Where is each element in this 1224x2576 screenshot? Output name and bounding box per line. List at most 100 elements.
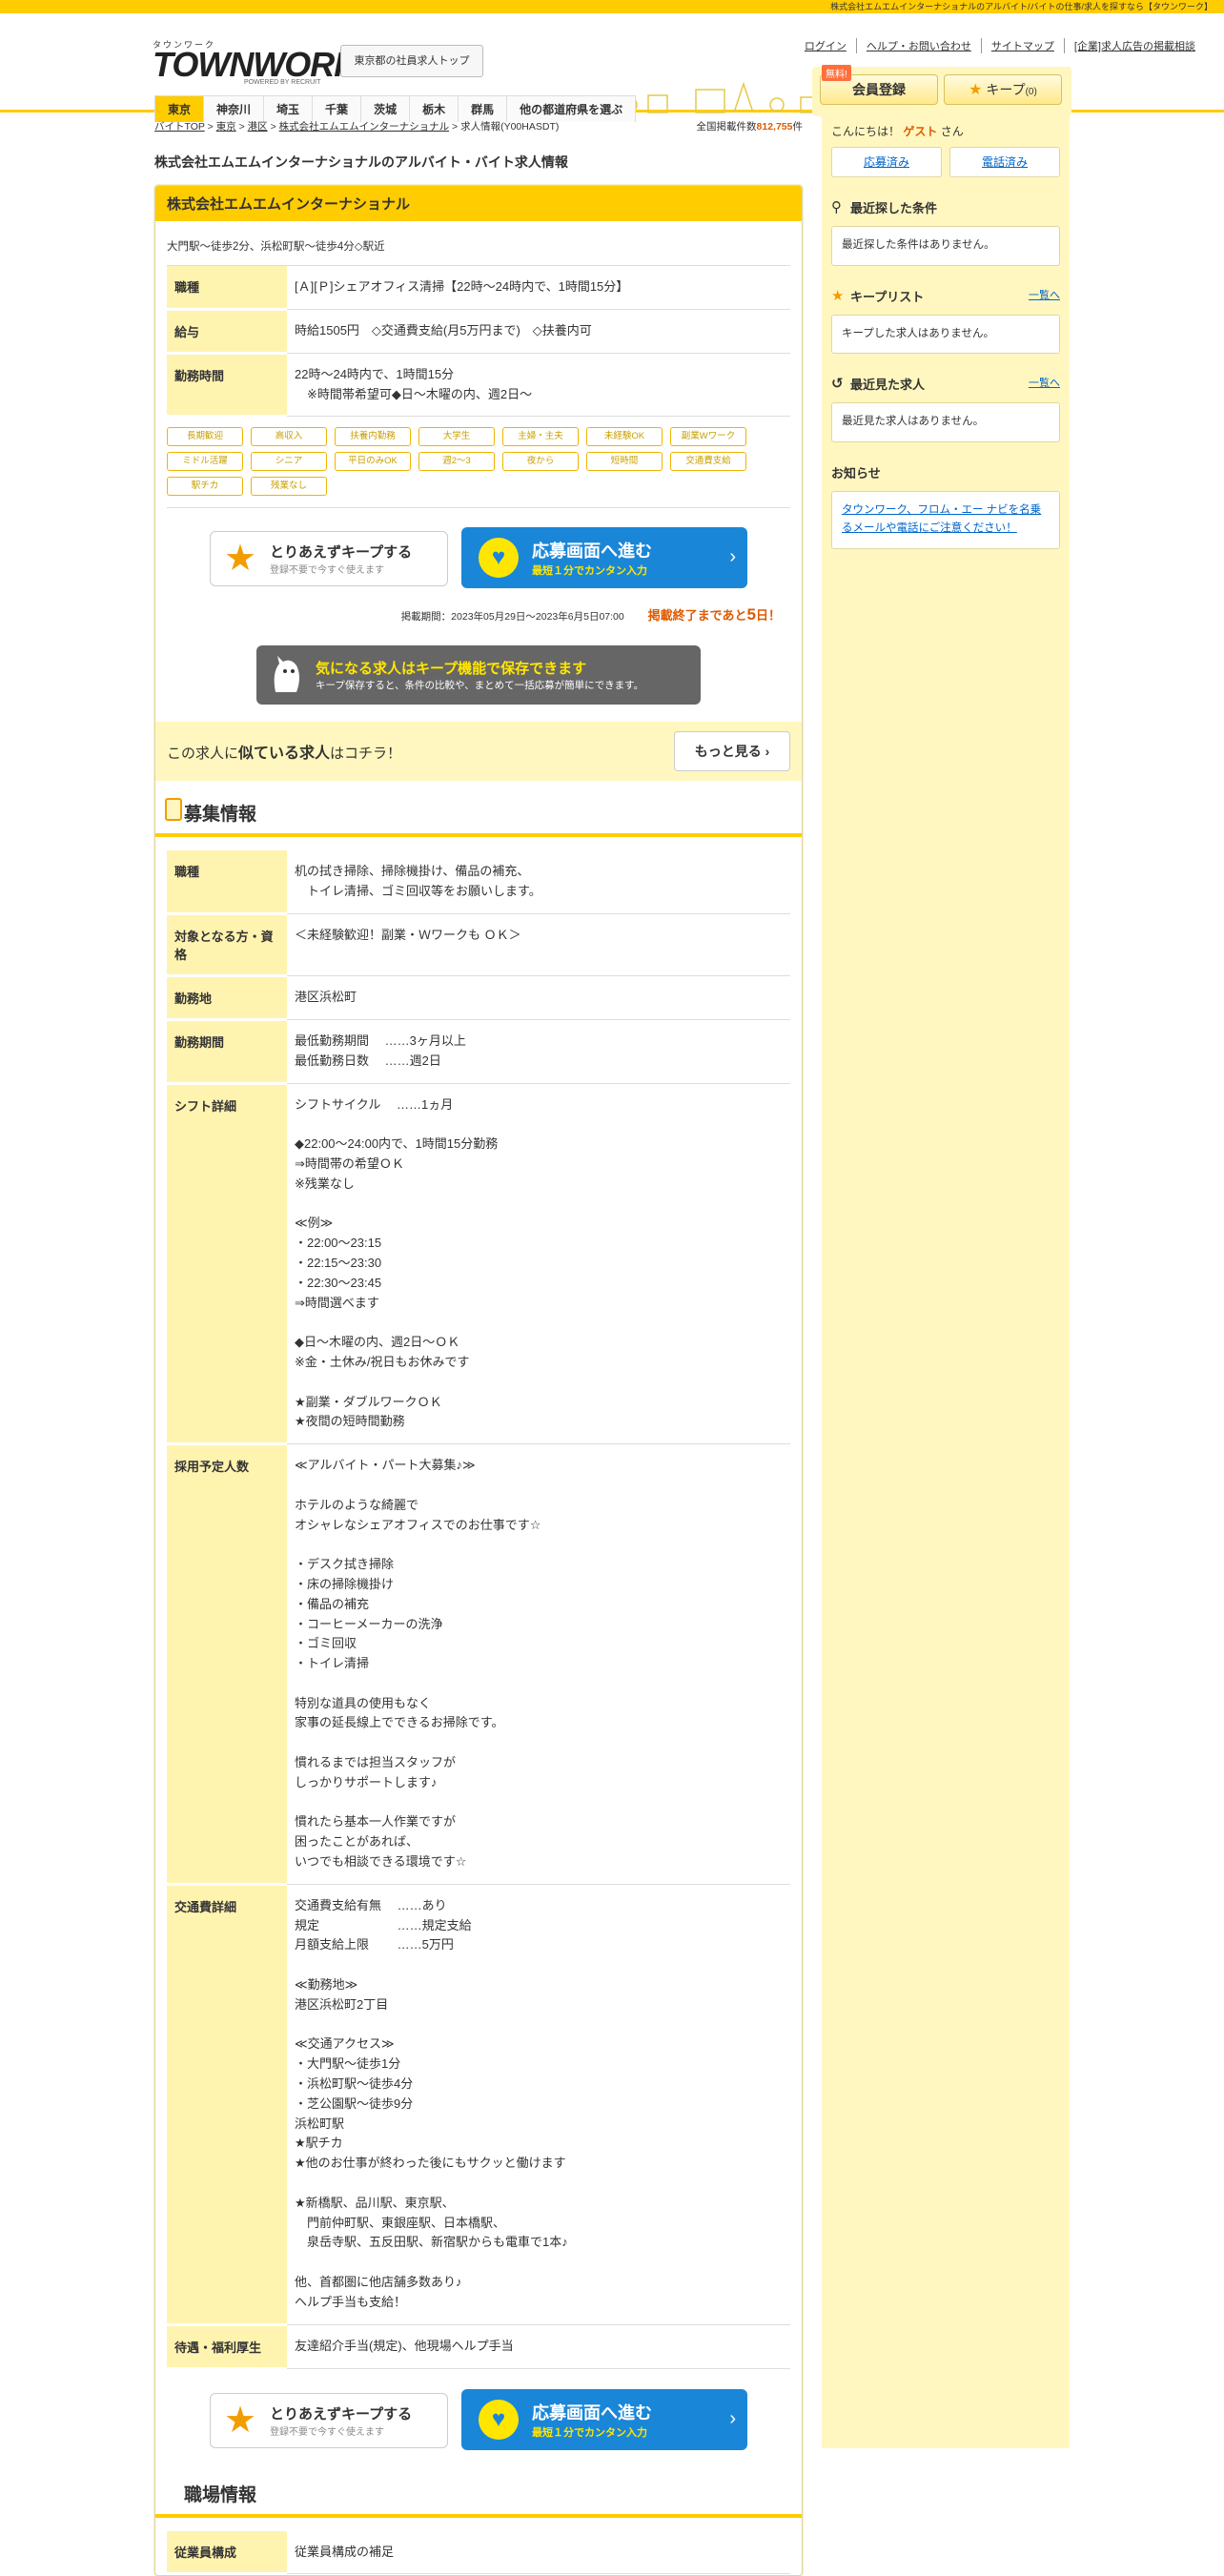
applied-button[interactable]: 応募済み	[831, 147, 942, 177]
called-button[interactable]: 電話済み	[949, 147, 1060, 177]
feature-tag: 平日のみOK	[335, 452, 411, 472]
similar-jobs-bar: この求人に似ている求人はコチラ！ もっと見る ›	[155, 722, 802, 782]
keeplist-heading: ★ キープリスト 一覧へ	[831, 287, 1060, 305]
keep-cta-button[interactable]: ★ とりあえずキープする 登録不要で今すぐ使えます	[210, 2392, 448, 2448]
recent-view-all-link[interactable]: 一覧へ	[1029, 375, 1060, 390]
help-link[interactable]: ヘルプ・お問い合わせ	[855, 38, 981, 53]
section-title: 募集情報	[184, 805, 257, 826]
mascot-icon	[274, 656, 299, 693]
similar-pre: この求人に	[167, 746, 239, 763]
period-text: 掲載期間：2023年05月29日～2023年6月5日07:00	[400, 611, 624, 624]
row-value: シフトサイクル ……1ヵ月 ◆22:00～24:00内で、1時間15分勤務 ⇒時…	[287, 1083, 790, 1445]
apply-cta-button[interactable]: ♥ 応募画面へ進む 最短１分でカンタン入力 ›	[461, 2388, 747, 2450]
table-row: 勤務期間 最低勤務期間 ……3ヶ月以上 最低勤務日数 ……週2日	[167, 1019, 790, 1085]
end-post: 日！	[755, 608, 781, 624]
heading-text: 最近見た求人	[850, 378, 926, 393]
table-row: 勤務時間 22時～24時内で、1時間15分 ※時間帯希望可◆日～木曜の内、週2日～	[167, 353, 790, 419]
row-value: 港区浜松町	[287, 975, 790, 1020]
keeplist-all-link[interactable]: 一覧へ	[1029, 287, 1060, 302]
total-count: 全国掲載件数812,755件	[697, 114, 803, 139]
row-label: 待遇・福利厚生	[167, 2324, 287, 2370]
summary-table: 職種 [Ａ][Ｐ]シェアオフィス清掃【22時～24時内で、1時間15分】 給与 時給…	[167, 266, 790, 419]
feature-tag: 扶養内勤務	[335, 427, 411, 447]
notice-box: タウンワーク、フロム・エー ナビを名乗るメールや電話にご注意ください！	[831, 490, 1060, 549]
keep-cta-title: とりあえずキープする	[270, 2405, 413, 2423]
breadcrumb-item[interactable]: バイトTOP	[154, 121, 205, 133]
login-link[interactable]: ログイン	[795, 38, 856, 53]
recent-search-heading: ⚲ 最近探した条件	[831, 198, 1060, 216]
breadcrumb-item[interactable]: 港区	[248, 121, 268, 133]
feature-tag: 夜から	[502, 452, 579, 472]
table-row: 職種 [Ａ][Ｐ]シェアオフィス清掃【22時～24時内で、1時間15分】	[167, 266, 790, 311]
townwork-logo[interactable]: タウンワーク TOWNWORK POWERED BY RECRUIT	[153, 38, 358, 86]
workplace-table: 従業員構成 従業員構成の補足	[167, 2530, 790, 2576]
breadcrumb: バイトTOP > 東京 > 港区 > 株式会社エムエムインターナショナル > 求…	[154, 114, 803, 139]
logo-text: TOWNWORK	[153, 45, 358, 84]
keep-button[interactable]: ★ キープ(0)	[944, 74, 1062, 105]
feature-tag: 未経験OK	[586, 427, 663, 447]
keeplist-box: キープした求人はありません。	[831, 314, 1060, 355]
ad-link[interactable]: [企業]求人広告の掲載相談	[1063, 38, 1205, 53]
apply-cta-sub: 最短１分でカンタン入力	[532, 565, 647, 578]
count-label: 全国掲載件数	[696, 121, 757, 133]
more-button[interactable]: もっと見る ›	[674, 731, 790, 772]
count-unit: 件	[792, 121, 804, 133]
feature-tag: シニア	[251, 452, 327, 472]
hello-post: さん	[940, 125, 964, 138]
access-info: 大門駅～徒歩2分、浜松町駅～徒歩4分◇駅近	[167, 233, 790, 266]
similar-text: この求人に似ている求人はコチラ！	[167, 740, 401, 763]
table-row: 採用予定人数 ≪アルバイト・パート大募集♪≫ ホテルのような綺麗で オシャレなシェ…	[167, 1443, 790, 1886]
breadcrumb-item[interactable]: 東京	[216, 121, 236, 133]
similar-strong: 似ている求人	[238, 746, 331, 763]
feature-tag: 主婦・主夫	[502, 427, 579, 447]
posting-period: 掲載期間：2023年05月29日～2023年6月5日07:00 掲載終了まであと…	[167, 600, 790, 638]
star-icon: ★	[969, 82, 983, 98]
more-label: もっと見る	[694, 744, 762, 760]
history-icon: ↺	[831, 376, 844, 393]
breadcrumb-item[interactable]: 株式会社エムエムインターナショナル	[279, 121, 450, 133]
end-countdown: 掲載終了まであと5日！	[648, 605, 781, 624]
star-icon: ★	[831, 287, 845, 304]
breadcrumb-current: 求人情報(Y00HASDT)	[460, 121, 560, 133]
row-value: [Ａ][Ｐ]シェアオフィス清掃【22時～24時内で、1時間15分】	[287, 266, 790, 310]
apply-cta-title: 応募画面へ進む	[532, 2402, 652, 2423]
notice-heading: お知らせ	[831, 463, 1060, 481]
keep-banner-title: 気になる求人はキープ機能で保存できます	[316, 661, 587, 678]
row-label: 勤務時間	[167, 353, 287, 419]
keep-info-banner[interactable]: 気になる求人はキープ機能で保存できます キープ保存すると、条件の比較や、まとめて一…	[256, 645, 701, 705]
notice-link[interactable]: タウンワーク、フロム・エー ナビを名乗るメールや電話にご注意ください！	[842, 504, 1041, 535]
heading-text: キープリスト	[850, 289, 925, 304]
keep-count: (0)	[1025, 87, 1037, 97]
free-badge: 無料!	[822, 65, 851, 81]
keep-cta-button[interactable]: ★ とりあえずキープする 登録不要で今すぐ使えます	[210, 531, 448, 587]
keep-label: キープ	[986, 82, 1026, 97]
header-links: ログイン ヘルプ・お問い合わせ サイトマップ [企業]求人広告の掲載相談	[795, 38, 1205, 53]
row-value: 時給1505円 ◇交通費支給(月5万円まで) ◇扶養内可	[287, 309, 790, 354]
job-card: 株式会社エムエムインターナショナル 大門駅～徒歩2分、浜松町駅～徒歩4分◇駅近 …	[154, 185, 803, 2576]
details-table: 職種 机の拭き掃除、掃除機掛け、備品の補充、 トイレ清掃、ゴミ回収等をお願いします…	[167, 850, 790, 2370]
apply-cta-button[interactable]: ♥ 応募画面へ進む 最短１分でカンタン入力 ›	[461, 527, 747, 589]
keep-cta-sub: 登録不要で今すぐ使えます	[270, 565, 384, 577]
feature-tag: 短時間	[586, 452, 663, 472]
guest-name: ゲスト	[903, 125, 938, 138]
heading-text: 最近探した条件	[850, 201, 938, 215]
sitemap-link[interactable]: サイトマップ	[980, 38, 1064, 53]
table-row: 待遇・福利厚生 友達紹介手当(規定)、他現場ヘルプ手当	[167, 2324, 790, 2370]
feature-tag: 副業Wワーク	[670, 427, 746, 447]
clipboard-icon	[165, 798, 182, 822]
count-value: 812,755	[756, 121, 793, 133]
feature-tag: ミドル活躍	[167, 452, 243, 472]
apply-cta-sub: 最短１分でカンタン入力	[532, 2426, 647, 2439]
table-row: 職種 机の拭き掃除、掃除機掛け、備品の補充、 トイレ清掃、ゴミ回収等をお願いします…	[167, 850, 790, 915]
recent-search-box: 最近探した条件はありません。	[831, 226, 1060, 266]
table-row: シフト詳細 シフトサイクル ……1ヵ月 ◆22:00～24:00内で、1時間15分…	[167, 1083, 790, 1446]
feature-tag: 駅チカ	[167, 477, 243, 497]
feature-tag: 残業なし	[251, 477, 327, 497]
keep-cta-sub: 登録不要で今すぐ使えます	[270, 2426, 384, 2438]
feature-tag: 長期歓迎	[167, 427, 243, 447]
table-row: 勤務地 港区浜松町	[167, 975, 790, 1021]
toppage-button[interactable]: 東京都の社員求人トップ	[340, 45, 483, 77]
row-label: 従業員構成	[167, 2530, 287, 2576]
hello-pre: こんにちは！	[831, 125, 901, 138]
sidebar: こんにちは！ ゲスト さん 応募済み 電話済み ⚲ 最近探した条件 最近探した条件…	[822, 112, 1070, 2448]
